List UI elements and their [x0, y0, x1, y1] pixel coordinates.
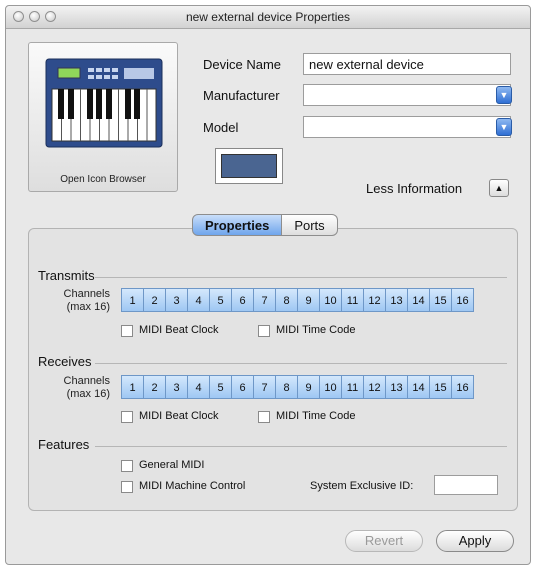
- triangle-up-icon: ▲: [494, 183, 504, 193]
- transmits-heading: Transmits: [38, 268, 95, 283]
- receive-time-code-label: MIDI Time Code: [276, 410, 356, 422]
- transmits-channel-strip: 1 2 3 4 5 6 7 8 9 10 11 12 13 14 15 16: [121, 288, 474, 312]
- transmit-channel-button[interactable]: 9: [297, 288, 320, 312]
- tab-ports[interactable]: Ports: [282, 214, 338, 236]
- transmit-channel-button[interactable]: 14: [407, 288, 430, 312]
- model-combo[interactable]: [303, 116, 511, 138]
- general-midi-label: General MIDI: [139, 459, 205, 471]
- transmit-beat-clock-label: MIDI Beat Clock: [139, 324, 219, 336]
- less-information-button[interactable]: ▲: [489, 179, 509, 197]
- revert-button[interactable]: Revert: [345, 530, 423, 552]
- receive-time-code-checkbox[interactable]: [258, 411, 270, 423]
- receive-channel-button[interactable]: 10: [319, 375, 342, 399]
- receive-channel-button[interactable]: 13: [385, 375, 408, 399]
- transmit-channel-button[interactable]: 12: [363, 288, 386, 312]
- properties-group-box: [28, 228, 518, 511]
- transmit-channel-button[interactable]: 6: [231, 288, 254, 312]
- receive-channel-button[interactable]: 6: [231, 375, 254, 399]
- transmits-divider: [95, 277, 507, 278]
- features-divider: [95, 446, 507, 447]
- transmit-channel-button[interactable]: 8: [275, 288, 298, 312]
- transmit-time-code-checkbox[interactable]: [258, 325, 270, 337]
- manufacturer-label: Manufacturer: [203, 88, 280, 103]
- receive-channel-button[interactable]: 14: [407, 375, 430, 399]
- color-swatch[interactable]: [215, 148, 283, 184]
- receives-divider: [95, 363, 507, 364]
- open-icon-browser-label: Open Icon Browser: [60, 174, 146, 185]
- receive-channel-button[interactable]: 2: [143, 375, 166, 399]
- midi-keyboard-icon: [45, 58, 163, 148]
- transmit-channel-button[interactable]: 15: [429, 288, 452, 312]
- transmit-channel-button[interactable]: 11: [341, 288, 364, 312]
- tab-properties[interactable]: Properties: [192, 214, 283, 236]
- device-name-field[interactable]: [303, 53, 511, 75]
- receive-beat-clock-label: MIDI Beat Clock: [139, 410, 219, 422]
- transmit-channel-button[interactable]: 3: [165, 288, 188, 312]
- receives-heading: Receives: [38, 354, 92, 369]
- receive-channel-button[interactable]: 11: [341, 375, 364, 399]
- receive-channel-button[interactable]: 8: [275, 375, 298, 399]
- transmit-beat-clock-checkbox[interactable]: [121, 325, 133, 337]
- transmit-channel-button[interactable]: 1: [121, 288, 144, 312]
- manufacturer-dropdown-arrow-icon[interactable]: ▼: [496, 86, 512, 104]
- receive-beat-clock-checkbox[interactable]: [121, 411, 133, 423]
- receive-channel-button[interactable]: 12: [363, 375, 386, 399]
- transmit-channel-button[interactable]: 5: [209, 288, 232, 312]
- model-dropdown-arrow-icon[interactable]: ▼: [496, 118, 512, 136]
- receive-channel-button[interactable]: 3: [165, 375, 188, 399]
- tab-bar: Properties Ports: [192, 214, 338, 236]
- title-bar: new external device Properties: [6, 6, 530, 29]
- receive-channel-button[interactable]: 5: [209, 375, 232, 399]
- sysex-id-label: System Exclusive ID:: [310, 480, 414, 492]
- receives-channel-strip: 1 2 3 4 5 6 7 8 9 10 11 12 13 14 15 16: [121, 375, 474, 399]
- general-midi-checkbox[interactable]: [121, 460, 133, 472]
- window-title: new external device Properties: [185, 10, 351, 24]
- receive-channel-button[interactable]: 7: [253, 375, 276, 399]
- features-heading: Features: [38, 437, 90, 452]
- manufacturer-combo[interactable]: [303, 84, 511, 106]
- open-icon-browser-button[interactable]: Open Icon Browser: [28, 42, 178, 192]
- transmit-channel-button[interactable]: 7: [253, 288, 276, 312]
- transmit-channel-button[interactable]: 13: [385, 288, 408, 312]
- color-swatch-fill: [221, 154, 277, 178]
- less-information-label: Less Information: [366, 181, 463, 196]
- transmits-channels-label: Channels (max 16): [63, 288, 110, 313]
- receive-channel-button[interactable]: 15: [429, 375, 452, 399]
- receive-channel-button[interactable]: 1: [121, 375, 144, 399]
- midi-machine-control-label: MIDI Machine Control: [139, 480, 246, 492]
- receive-channel-button[interactable]: 9: [297, 375, 320, 399]
- receives-channels-label: Channels (max 16): [63, 375, 110, 400]
- transmit-channel-button[interactable]: 4: [187, 288, 210, 312]
- device-name-label: Device Name: [203, 57, 282, 72]
- midi-machine-control-checkbox[interactable]: [121, 481, 133, 493]
- apply-button[interactable]: Apply: [436, 530, 514, 552]
- transmit-time-code-label: MIDI Time Code: [276, 324, 356, 336]
- transmit-channel-button[interactable]: 16: [451, 288, 474, 312]
- receive-channel-button[interactable]: 4: [187, 375, 210, 399]
- sysex-id-field[interactable]: [434, 475, 498, 495]
- transmit-channel-button[interactable]: 2: [143, 288, 166, 312]
- model-label: Model: [203, 120, 239, 135]
- transmit-channel-button[interactable]: 10: [319, 288, 342, 312]
- receive-channel-button[interactable]: 16: [451, 375, 474, 399]
